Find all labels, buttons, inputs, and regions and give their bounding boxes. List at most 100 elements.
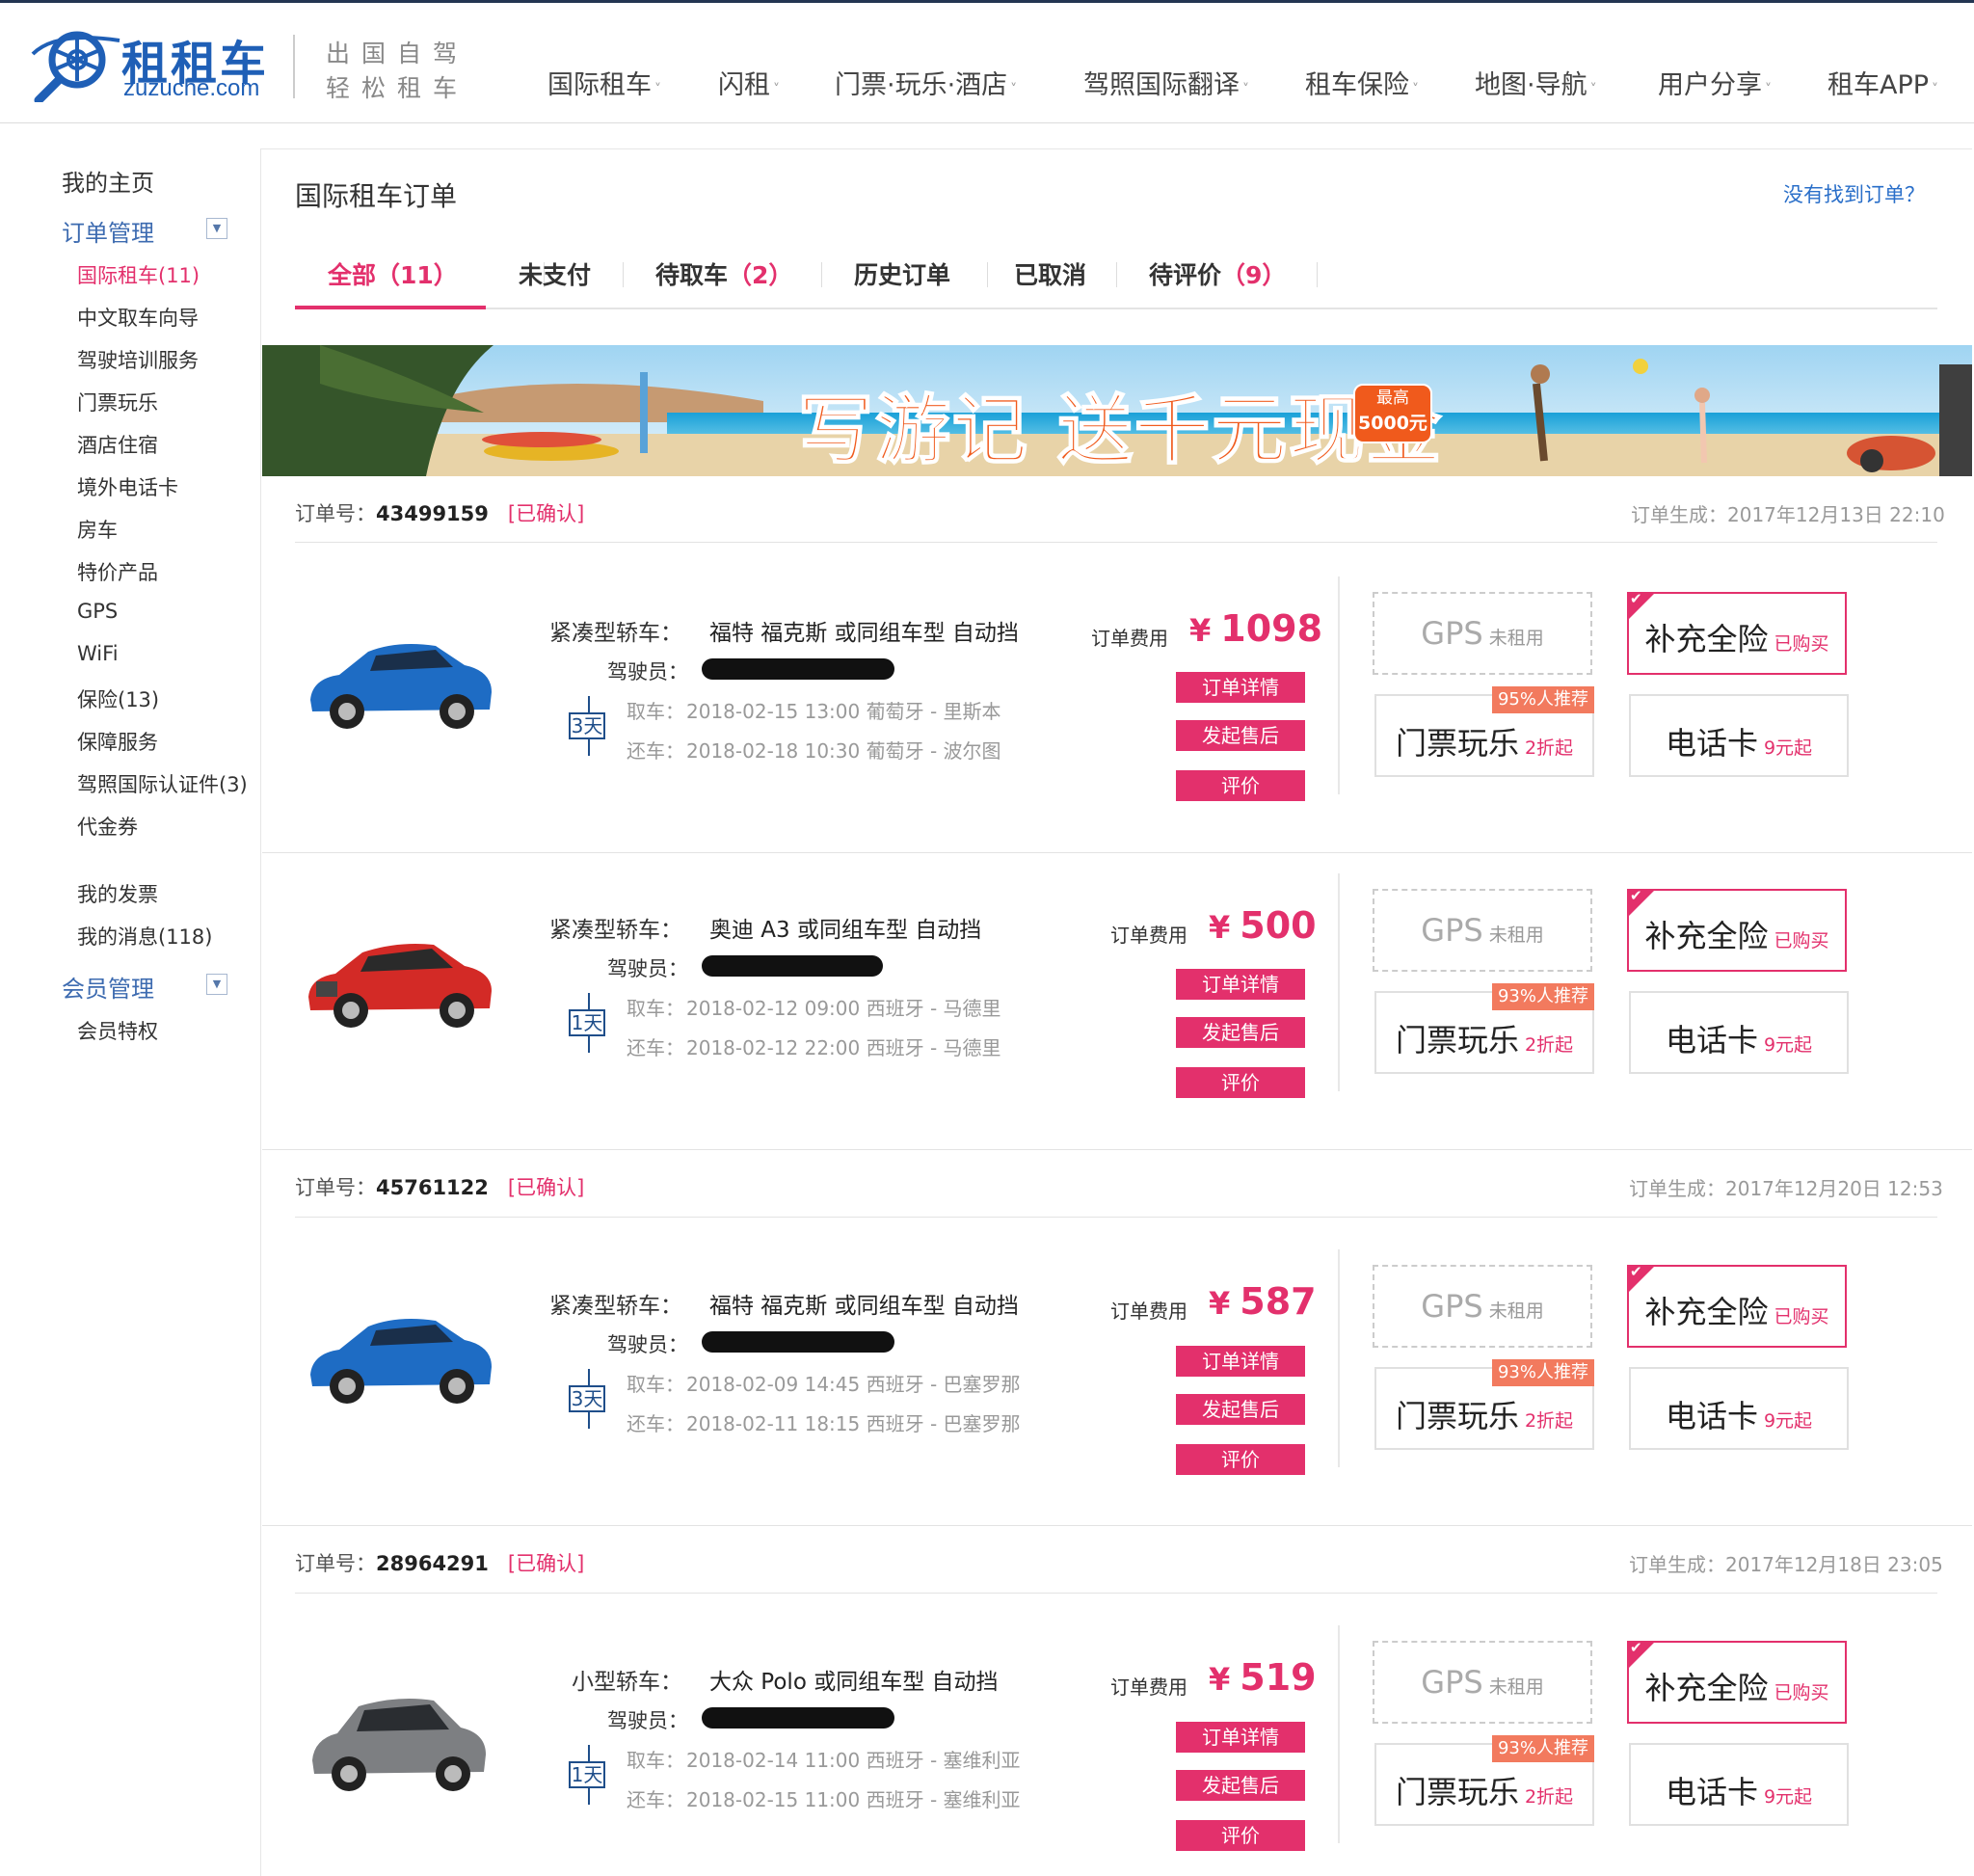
insurance-service-card[interactable]: ✔ 补充全险 已购买 [1627, 590, 1847, 675]
after-sales-button[interactable]: 发起售后 [1176, 1394, 1305, 1425]
order-created-4: 订单生成：2017年12月18日 23:05 [1629, 1549, 1943, 1577]
tab-to-review[interactable]: 待评价（9） [1149, 256, 1286, 291]
gps-service-card[interactable]: GPS 未租用 [1373, 592, 1592, 675]
chevron-down-icon: ˅ [1412, 82, 1419, 97]
after-sales-button[interactable]: 发起售后 [1176, 1017, 1305, 1048]
order-header-4: 订单号：28964291 [已确认] [295, 1548, 584, 1577]
order-not-found-link[interactable]: 没有找到订单？ [1783, 179, 1925, 208]
order-detail-button[interactable]: 订单详情 [1176, 969, 1305, 1000]
sidebar-item-messages[interactable]: 我的消息(118) [77, 922, 212, 951]
nav-item-map[interactable]: 地图·导航 ˅ [1475, 64, 1597, 101]
sim-card-service-card[interactable]: 电话卡 9元起 [1629, 1743, 1849, 1826]
tickets-service-card[interactable]: 95%人推荐 门票玩乐 2折起 [1374, 686, 1594, 777]
order-detail-button[interactable]: 订单详情 [1176, 672, 1305, 703]
nav-item-tickets[interactable]: 门票·玩乐·酒店 ˅ [835, 64, 1017, 101]
car-image-vw-polo[interactable] [305, 1683, 494, 1799]
tickets-service-card[interactable]: 93%人推荐 门票玩乐 2折起 [1374, 1735, 1594, 1826]
return-value: 2018-02-15 11:00 西班牙 - 塞维利亚 [686, 1788, 1021, 1811]
currency-symbol: ¥ [1209, 1285, 1231, 1322]
after-sales-button[interactable]: 发起售后 [1176, 1770, 1305, 1801]
nav-label: 地图·导航 [1475, 70, 1587, 100]
order-no-value[interactable]: 43499159 [376, 502, 489, 525]
sidebar-item-invoice[interactable]: 我的发票 [77, 879, 158, 908]
sidebar-order-mgmt[interactable]: 订单管理 [62, 214, 154, 248]
order-detail-button[interactable]: 订单详情 [1176, 1346, 1305, 1377]
sidebar-member-mgmt[interactable]: 会员管理 [62, 970, 154, 1004]
insurance-service-card[interactable]: ✔ 补充全险 已购买 [1627, 887, 1847, 972]
insurance-label: 补充全险 [1644, 1294, 1769, 1330]
banner-badge-line2: 5000元 [1358, 413, 1427, 434]
sidebar-item-rv[interactable]: 房车 [77, 515, 118, 544]
sidebar-item-license-cert[interactable]: 驾照国际认证件(3) [77, 769, 248, 798]
sidebar-item-special[interactable]: 特价产品 [77, 557, 158, 586]
tab-separator [623, 262, 624, 287]
tab-history[interactable]: 历史订单 [854, 256, 950, 291]
tab-label: 未支付 [519, 261, 592, 289]
sidebar-item-voucher[interactable]: 代金券 [77, 812, 138, 841]
tickets-service-card[interactable]: 93%人推荐 门票玩乐 2折起 [1374, 983, 1594, 1074]
tab-cancelled[interactable]: 已取消 [1014, 256, 1086, 291]
car-model[interactable]: 奥迪 A3 或同组车型 自动挡 [709, 911, 981, 944]
sidebar-item-driving-training[interactable]: 驾驶培训服务 [77, 345, 199, 374]
car-image-audi-a3[interactable] [301, 927, 499, 1033]
insurance-label: 补充全险 [1644, 621, 1769, 657]
order-no-value[interactable]: 28964291 [376, 1552, 489, 1575]
nav-item-share[interactable]: 用户分享 ˅ [1658, 64, 1772, 101]
nav-item-license-translation[interactable]: 驾照国际翻译 ˅ [1083, 64, 1249, 101]
sidebar-item-tickets[interactable]: 门票玩乐 [77, 388, 158, 416]
nav-item-insurance[interactable]: 租车保险 ˅ [1305, 64, 1419, 101]
car-model[interactable]: 福特 福克斯 或同组车型 自动挡 [709, 1287, 1019, 1320]
sidebar-item-gps[interactable]: GPS [77, 600, 118, 623]
sidebar-home[interactable]: 我的主页 [62, 164, 154, 198]
review-button[interactable]: 评价 [1176, 1820, 1305, 1851]
gps-service-card[interactable]: GPS 未租用 [1373, 889, 1592, 972]
fee-label: 订单费用 [1091, 627, 1168, 650]
sim-card-service-card[interactable]: 电话卡 9元起 [1629, 991, 1849, 1074]
collapse-arrow-icon[interactable]: ▼ [206, 218, 227, 239]
tab-unpaid[interactable]: 未支付 [519, 256, 591, 291]
review-button[interactable]: 评价 [1176, 770, 1305, 801]
currency-symbol: ¥ [1189, 612, 1212, 649]
promo-banner[interactable]: 写游记 送千元现金 最高 5000元 [262, 345, 1972, 476]
sidebar-item-protection[interactable]: 保障服务 [77, 727, 158, 756]
sim-card-service-card[interactable]: 电话卡 9元起 [1629, 1367, 1849, 1450]
order-status: [已确认] [507, 1552, 585, 1575]
order-header-divider [295, 1593, 1937, 1594]
gps-service-card[interactable]: GPS 未租用 [1373, 1641, 1592, 1724]
nav-item-intl-rental[interactable]: 国际租车 ˅ [547, 64, 661, 101]
sidebar-item-intl-rental[interactable]: 国际租车(11) [77, 260, 200, 289]
after-sales-button[interactable]: 发起售后 [1176, 720, 1305, 751]
active-tab-underline [295, 306, 486, 309]
nav-item-app[interactable]: 租车APP ˅ [1827, 64, 1938, 101]
order-detail-button[interactable]: 订单详情 [1176, 1722, 1305, 1753]
sidebar-item-insurance[interactable]: 保险(13) [77, 684, 159, 713]
car-model[interactable]: 福特 福克斯 或同组车型 自动挡 [709, 614, 1019, 647]
site-logo[interactable]: 租租车 zuzuche.com [27, 23, 266, 106]
car-image-ford-focus[interactable] [301, 632, 499, 737]
tab-label: 历史订单 [854, 261, 951, 289]
site-header: 租租车 zuzuche.com 出国自驾 轻松租车 国际租车 ˅ 闪租 ˅ 门票·玩… [0, 0, 1974, 123]
order-no-value[interactable]: 45761122 [376, 1176, 489, 1199]
gps-label: GPS [1421, 912, 1483, 949]
tickets-service-card[interactable]: 93%人推荐 门票玩乐 2折起 [1374, 1359, 1594, 1450]
insurance-service-card[interactable]: ✔ 补充全险 已购买 [1627, 1263, 1847, 1348]
tab-all[interactable]: 全部（11） [328, 256, 458, 291]
sidebar-item-hotel[interactable]: 酒店住宿 [77, 430, 158, 459]
tab-to-pickup[interactable]: 待取车（2） [655, 256, 792, 291]
review-button[interactable]: 评价 [1176, 1444, 1305, 1475]
sidebar-item-pickup-guide[interactable]: 中文取车向导 [77, 303, 199, 332]
tickets-label: 门票玩乐 [1395, 725, 1519, 762]
car-model[interactable]: 大众 Polo 或同组车型 自动挡 [709, 1663, 999, 1696]
chevron-down-icon: ˅ [654, 82, 661, 97]
recommend-badge: 95%人推荐 [1491, 686, 1594, 713]
sidebar-item-wifi[interactable]: WiFi [77, 642, 119, 665]
sidebar-item-sim-card[interactable]: 境外电话卡 [77, 472, 178, 501]
nav-item-flash-rent[interactable]: 闪租 ˅ [718, 64, 780, 101]
insurance-service-card[interactable]: ✔ 补充全险 已购买 [1627, 1639, 1847, 1724]
car-image-ford-focus[interactable] [301, 1307, 499, 1411]
collapse-arrow-icon[interactable]: ▼ [206, 974, 227, 995]
review-button[interactable]: 评价 [1176, 1067, 1305, 1098]
gps-service-card[interactable]: GPS 未租用 [1373, 1265, 1592, 1348]
sim-card-service-card[interactable]: 电话卡 9元起 [1629, 694, 1849, 777]
sidebar-item-member-privilege[interactable]: 会员特权 [77, 1016, 158, 1045]
